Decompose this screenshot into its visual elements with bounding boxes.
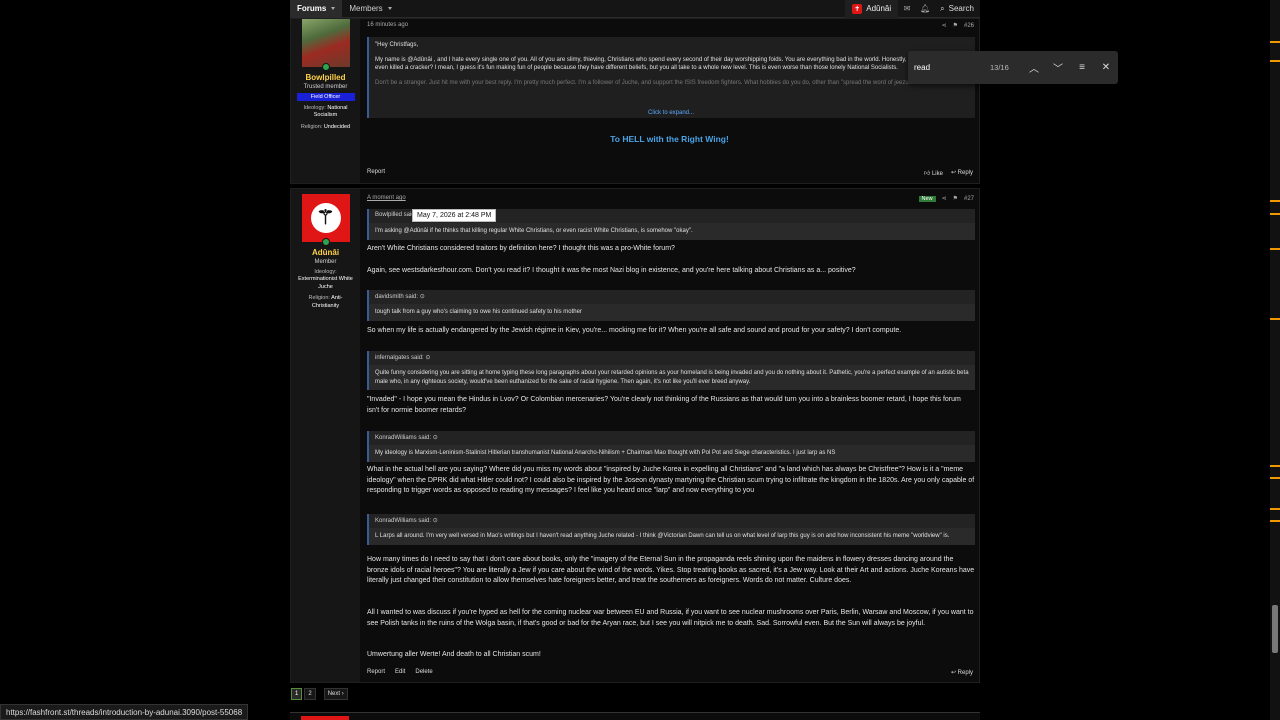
avatar [301, 716, 349, 720]
page-scrollbar[interactable] [1270, 0, 1280, 720]
quote-block: infernalgates said: ⊙ Quite funny consid… [367, 351, 975, 391]
quote-text: Quite funny considering you are sitting … [369, 365, 975, 391]
post-paragraph: Aren't White Christians considered trait… [367, 245, 675, 252]
inbox-icon[interactable]: ✉ [898, 0, 916, 18]
username[interactable]: Adûnâi [291, 248, 360, 257]
post-paragraph: So when my life is actually endangered b… [367, 327, 902, 334]
online-indicator [321, 63, 330, 71]
quote-block: KonradWilliams said: ⊙ My ideology is Ma… [367, 431, 975, 462]
tab-members[interactable]: Members [342, 0, 398, 18]
user-avatar: ✝ [852, 3, 863, 14]
edit-link[interactable]: Edit [395, 669, 405, 675]
next-post-peek [290, 712, 980, 720]
account-button[interactable]: ✝ Adûnâi [845, 0, 899, 18]
find-bar: 13/16 ︿ ﹀ ≡ ✕ [908, 51, 1118, 84]
quote-block: KonradWilliams said: ⊙ L Larps all aroun… [367, 514, 975, 545]
post-paragraph: Again, see westsdarkesthour.com. Don't y… [367, 267, 856, 274]
user-ideology: Ideology: National Socialism [303, 105, 348, 119]
user-religion: Religion: Anti-Christianity [308, 295, 343, 309]
user-title: Trusted member [303, 84, 348, 90]
post-time[interactable]: 16 minutes ago [367, 22, 408, 28]
chevron-down-icon[interactable] [387, 7, 392, 10]
quote-block: davidsmith said: ⊙ tough talk from a guy… [367, 290, 975, 321]
quote-author[interactable]: davidsmith said: ⊙ [369, 290, 975, 304]
next-page-button[interactable]: Next › [323, 688, 348, 700]
close-icon[interactable]: ✕ [1094, 56, 1118, 80]
post-paragraph: How many times do I need to say that I d… [367, 556, 975, 584]
quote-text: tough talk from a guy who's claiming to … [369, 304, 975, 321]
quote-block: "Hey Christfags, My name is @Adûnâi , an… [367, 37, 975, 118]
post-paragraph: "Invaded" - I hope you mean the Hindus i… [367, 396, 961, 414]
post-time[interactable]: A moment ago [367, 195, 406, 201]
user-religion: Religion: Undecided [300, 123, 351, 130]
post-user-info: Bowlpilled Trusted member Field Officer … [291, 19, 360, 183]
post-footer: Report Edit Delete [367, 669, 433, 675]
find-previous-icon[interactable]: ︿ [1022, 56, 1046, 80]
bookmark-icon[interactable]: ⚑ [953, 195, 958, 202]
find-next-icon[interactable]: ﹀ [1046, 56, 1070, 80]
search-icon: ⌕ [940, 3, 945, 13]
share-icon[interactable]: ⋖ [942, 22, 947, 29]
post-paragraph: Umwertung aller Werte! And death to all … [367, 651, 541, 658]
avatar[interactable]: ⚚ [301, 194, 350, 246]
avatar[interactable] [301, 19, 350, 71]
reply-button[interactable]: ↩ Reply [951, 669, 973, 676]
quote-author[interactable]: KonradWilliams said: ⊙ [369, 431, 975, 445]
post-body: A moment ago New ⋖ ⚑ #27 Bowlpilled said… [360, 189, 979, 682]
quote-text: My ideology is Marxism-Leninism-Stalinis… [369, 445, 975, 462]
bookmark-icon[interactable]: ⚑ [953, 22, 958, 29]
delete-link[interactable]: Delete [415, 669, 432, 675]
page-2[interactable]: 2 [304, 688, 316, 700]
user-banner: Field Officer [296, 93, 355, 101]
post-footer: Report [367, 169, 385, 175]
reply-button[interactable]: ↩ Reply [951, 169, 973, 177]
arrow-up-icon: ⊙ [425, 355, 431, 361]
post-26: Bowlpilled Trusted member Field Officer … [290, 18, 980, 184]
online-indicator [321, 238, 330, 246]
post-number[interactable]: #27 [964, 196, 974, 202]
arrow-up-icon: ⊙ [419, 294, 425, 300]
post-meta-actions: New ⋖ ⚑ #27 [918, 195, 974, 202]
post-footer-right: 👍︎ Like ↩ Reply [924, 169, 973, 177]
chevron-down-icon[interactable] [331, 7, 336, 10]
quote-author[interactable]: KonradWilliams said: ⊙ [369, 514, 975, 528]
post-user-info: ⚚ Adûnâi Member Ideology: Exterminationis… [291, 189, 360, 682]
post-paragraph: What in the actual hell are you saying? … [367, 466, 975, 494]
share-icon[interactable]: ⋖ [942, 195, 947, 202]
username[interactable]: Bowlpilled [291, 73, 360, 82]
like-button[interactable]: 👍︎ Like [924, 169, 943, 177]
post-number[interactable]: #26 [964, 23, 974, 29]
emblem-icon: ⚚ [310, 203, 341, 233]
status-bar-url: https://fashfront.st/threads/introductio… [0, 704, 249, 720]
nav-right: ✝ Adûnâi ✉ 🔔︎ ⌕ Search [845, 0, 980, 18]
user-title: Member [314, 259, 337, 265]
new-badge: New [918, 195, 936, 202]
quote-author[interactable]: infernalgates said: ⊙ [369, 351, 975, 365]
user-ideology: Ideology: Exterminationist White Juche [298, 269, 353, 290]
post-paragraph: All I wanted to was discuss if you're hy… [367, 609, 974, 627]
find-input[interactable] [914, 63, 986, 72]
pagination: 1 2 Next › [291, 688, 348, 700]
quote-text: L Larps all around. I'm very well versed… [369, 528, 975, 545]
arrow-up-icon: ⊙ [432, 518, 438, 524]
signature-link[interactable]: To HELL with the Right Wing! [360, 134, 979, 144]
bell-icon[interactable]: 🔔︎ [916, 0, 934, 18]
tab-forums[interactable]: Forums [290, 0, 343, 18]
top-nav: Forums Members ✝ Adûnâi ✉ 🔔︎ ⌕ Search [290, 0, 980, 18]
report-link[interactable]: Report [367, 169, 385, 175]
report-link[interactable]: Report [367, 669, 385, 675]
post-body: 16 minutes ago ⋖ ⚑ #26 "Hey Christfags, … [360, 19, 979, 183]
find-match-count: 13/16 [990, 63, 1009, 72]
find-options-icon[interactable]: ≡ [1070, 56, 1094, 80]
post-meta-actions: ⋖ ⚑ #26 [942, 22, 974, 30]
post-footer-right: ↩ Reply [951, 669, 973, 676]
arrow-up-icon: ⊙ [432, 435, 438, 441]
quote-text: I'm asking @Adûnâi if he thinks that kil… [369, 223, 975, 240]
time-tooltip: May 7, 2026 at 2:48 PM [412, 209, 497, 222]
post-27: ⚚ Adûnâi Member Ideology: Exterminationis… [290, 188, 980, 683]
search-button[interactable]: ⌕ Search [934, 4, 980, 14]
scrollbar-thumb[interactable] [1272, 605, 1278, 653]
page-1[interactable]: 1 [291, 688, 303, 700]
expand-link[interactable]: Click to expand... [367, 108, 975, 118]
